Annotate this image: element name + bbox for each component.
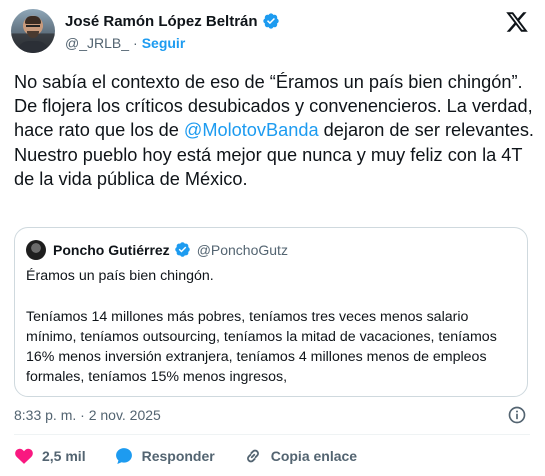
quoted-tweet[interactable]: Poncho Gutiérrez @PonchoGutz Éramos un p… — [14, 227, 528, 397]
reply-button[interactable]: Responder — [114, 446, 215, 466]
copy-link-button[interactable]: Copia enlace — [243, 446, 357, 466]
like-button[interactable]: 2,5 mil — [14, 446, 86, 466]
author-avatar[interactable] — [11, 9, 55, 53]
author-name-row: José Ramón López Beltrán — [65, 12, 280, 30]
action-bar: 2,5 mil Responder Copia enlace — [14, 446, 385, 466]
divider — [14, 434, 530, 435]
quoted-author-name: Poncho Gutiérrez — [53, 241, 170, 258]
verified-badge-icon — [174, 242, 190, 257]
quoted-paragraph: Éramos un país bien chingón. — [26, 268, 214, 284]
quoted-author-handle: @PonchoGutz — [196, 241, 288, 258]
author-handle[interactable]: @_JRLB_ — [65, 35, 129, 51]
mention-link[interactable]: @MolotovBanda — [184, 120, 319, 140]
reply-label: Responder — [141, 448, 215, 464]
x-logo-icon[interactable] — [504, 10, 530, 34]
quoted-paragraph: Teníamos 14 millones más pobres, teníamo… — [26, 309, 497, 385]
verified-badge-icon — [262, 13, 279, 29]
separator-dot: · — [133, 35, 138, 51]
tweet-timestamp[interactable]: 8:33 p. m. · 2 nov. 2025 — [14, 407, 161, 423]
heart-icon — [15, 448, 33, 464]
author-handle-row: @_JRLB_ · Seguir — [65, 35, 185, 51]
embedded-tweet-card: José Ramón López Beltrán @_JRLB_ · Segui… — [0, 0, 545, 476]
reply-bubble-icon — [115, 448, 132, 464]
author-name[interactable]: José Ramón López Beltrán — [65, 13, 258, 30]
follow-button[interactable]: Seguir — [142, 35, 186, 51]
copy-link-label: Copia enlace — [270, 448, 358, 464]
quoted-author-avatar — [26, 240, 46, 260]
info-icon[interactable] — [507, 405, 527, 425]
tweet-text: No sabía el contexto de eso de “Éramos u… — [14, 70, 534, 191]
quoted-author-row: Poncho Gutiérrez @PonchoGutz — [53, 241, 288, 258]
quoted-tweet-text: Éramos un país bien chingón. Teníamos 14… — [26, 266, 520, 387]
like-count: 2,5 mil — [42, 448, 86, 464]
link-icon — [246, 449, 259, 463]
